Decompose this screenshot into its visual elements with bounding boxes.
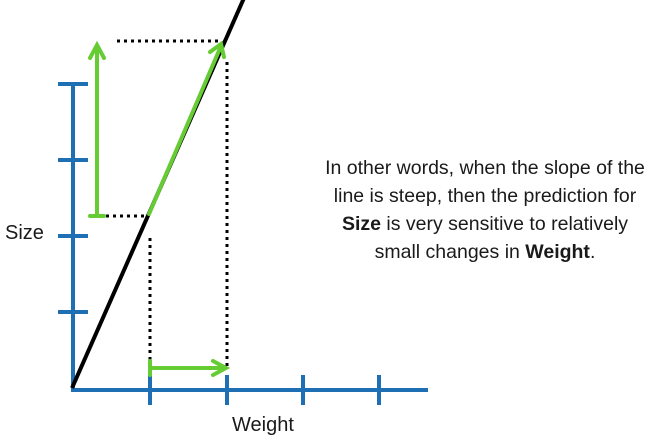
slope-arrow	[147, 44, 223, 216]
explanation-bold-weight: Weight	[525, 241, 590, 263]
highlight	[88, 40, 231, 377]
explanation-part-3: .	[589, 241, 596, 263]
y-axis-label: Size	[5, 222, 44, 244]
explanation-part-1: In other words, when the slope of the li…	[325, 157, 645, 207]
explanation-bold-size: Size	[341, 213, 381, 235]
explanation-text: In other words, when the slope of the li…	[318, 154, 652, 266]
x-axis-label: Weight	[232, 414, 294, 436]
guides	[106, 39, 229, 366]
